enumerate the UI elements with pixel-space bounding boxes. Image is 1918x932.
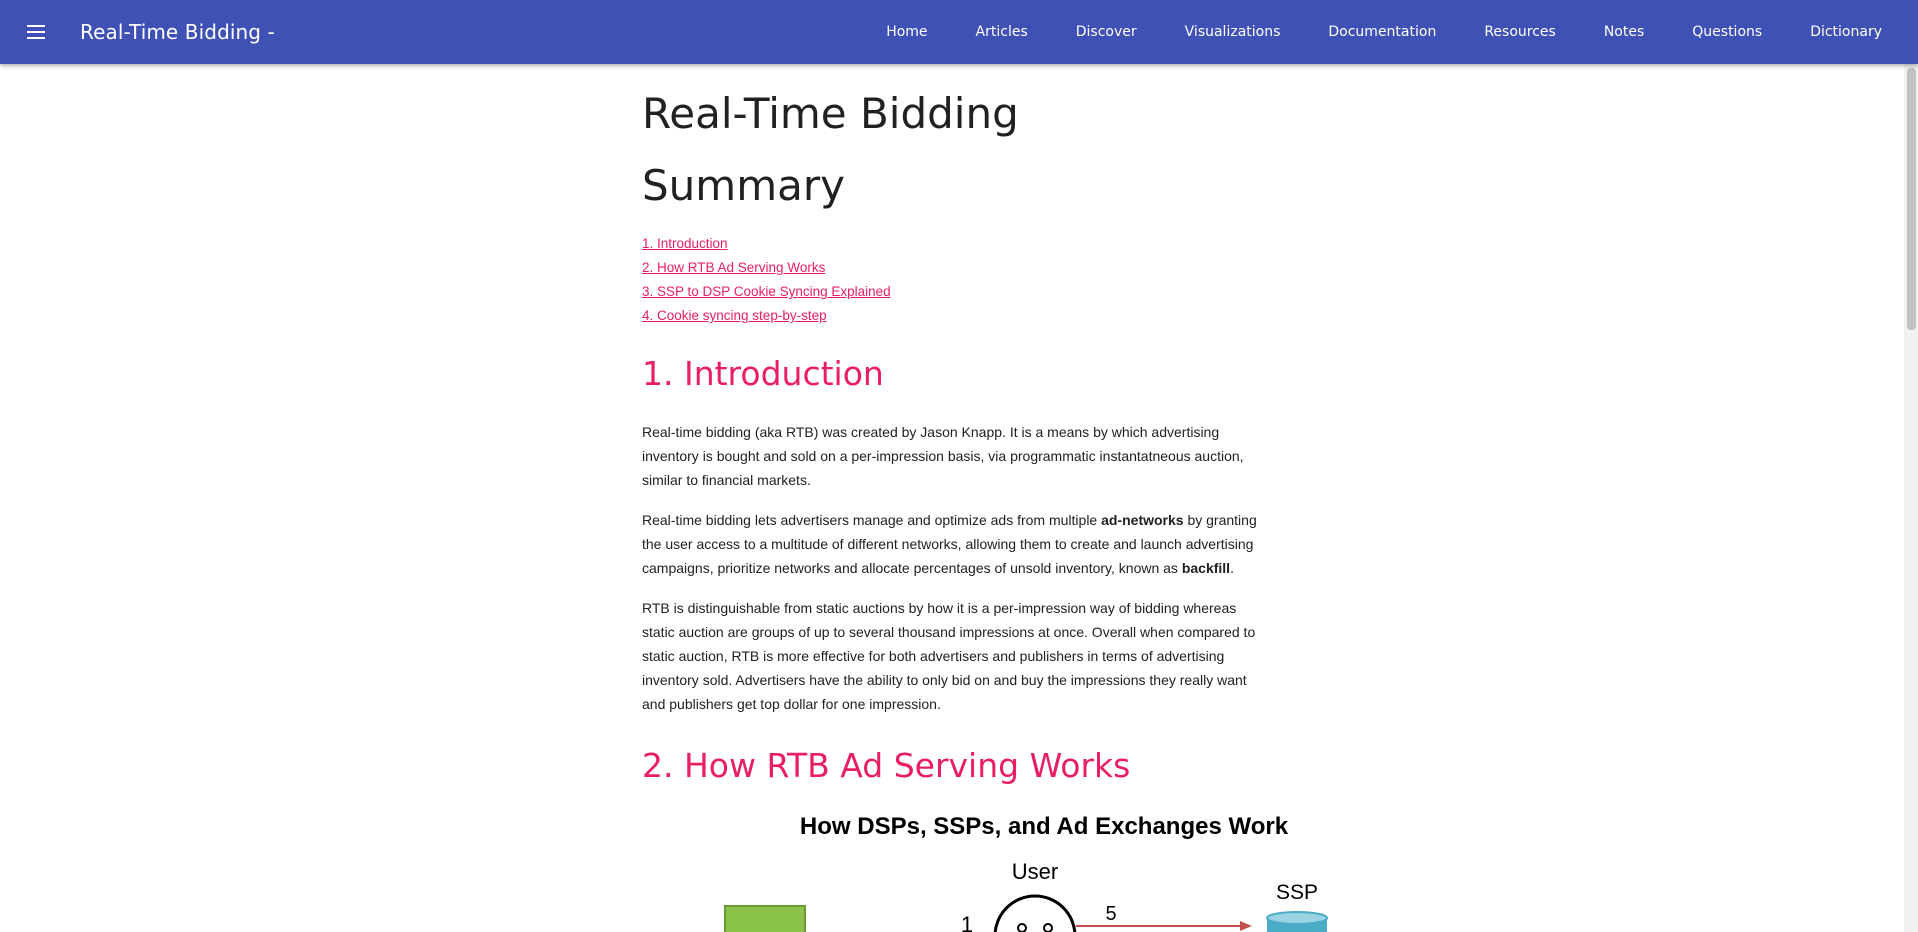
scrollbar-thumb[interactable] [1907, 68, 1916, 330]
app-header: Real-Time Bidding - Home Articles Discov… [0, 0, 1918, 64]
nav-home[interactable]: Home [886, 24, 927, 40]
toc-item: 2. How RTB Ad Serving Works [642, 256, 1262, 280]
intro-heading: 1. Introduction [642, 354, 884, 393]
diagram-step-1: 1 [961, 912, 973, 932]
nav-visualizations[interactable]: Visualizations [1185, 24, 1281, 40]
app-title: Real-Time Bidding - [80, 20, 275, 44]
toc-link-cookie-syncing[interactable]: 3. SSP to DSP Cookie Syncing Explained [642, 284, 891, 299]
diagram-title: How DSPs, SSPs, and Ad Exchanges Work [800, 813, 1289, 840]
page-scrollbar[interactable] [1904, 64, 1918, 932]
toc-link-introduction[interactable]: 1. Introduction [642, 236, 728, 251]
toc-item: 3. SSP to DSP Cookie Syncing Explained [642, 280, 1262, 304]
text-run: Real-time bidding lets advertisers manag… [642, 512, 1102, 528]
table-of-contents: 1. Introduction 2. How RTB Ad Serving Wo… [642, 232, 1262, 328]
user-figure-head [993, 894, 1077, 932]
term-backfill: backfill [1181, 560, 1231, 576]
toc-link-how-rtb[interactable]: 2. How RTB Ad Serving Works [642, 260, 825, 275]
nav-discover[interactable]: Discover [1076, 24, 1137, 40]
how-rtb-heading: 2. How RTB Ad Serving Works [642, 746, 1131, 785]
top-nav: Home Articles Discover Visualizations Do… [838, 0, 1882, 64]
intro-paragraph-2: Real-time bidding lets advertisers manag… [642, 508, 1262, 580]
text-run: . [1230, 560, 1234, 576]
publisher-site-block [724, 905, 806, 932]
diagram-step-5: 5 [1105, 903, 1116, 925]
diagram-user-label: User [1012, 859, 1058, 884]
summary-heading: Summary [642, 161, 845, 210]
diagram-ssp-label: SSP [1276, 881, 1318, 904]
toc-item: 1. Introduction [642, 232, 1262, 256]
article-content: Real-Time Bidding Summary 1. Introductio… [642, 64, 1262, 788]
term-ad-networks: ad-networks [1101, 512, 1184, 528]
intro-paragraph-3: RTB is distinguishable from static aucti… [642, 600, 1256, 712]
diagram-arrowhead [1240, 921, 1252, 931]
nav-questions[interactable]: Questions [1692, 24, 1762, 40]
nav-dictionary[interactable]: Dictionary [1810, 24, 1882, 40]
user-figure-eye [1043, 923, 1053, 932]
rtb-diagram-image: How DSPs, SSPs, and Ad Exchanges Work Us… [724, 813, 1328, 932]
toc-item: 4. Cookie syncing step-by-step [642, 304, 1262, 328]
nav-articles[interactable]: Articles [976, 24, 1028, 40]
menu-button[interactable] [16, 12, 56, 52]
nav-notes[interactable]: Notes [1604, 24, 1644, 40]
page-title: Real-Time Bidding [642, 89, 1019, 138]
ssp-database-top [1266, 911, 1328, 925]
nav-documentation[interactable]: Documentation [1328, 24, 1436, 40]
intro-paragraph-1: Real-time bidding (aka RTB) was created … [642, 424, 1244, 488]
toc-link-step-by-step[interactable]: 4. Cookie syncing step-by-step [642, 308, 827, 323]
menu-icon [27, 25, 45, 39]
nav-resources[interactable]: Resources [1484, 24, 1556, 40]
user-figure-eye [1017, 923, 1027, 932]
